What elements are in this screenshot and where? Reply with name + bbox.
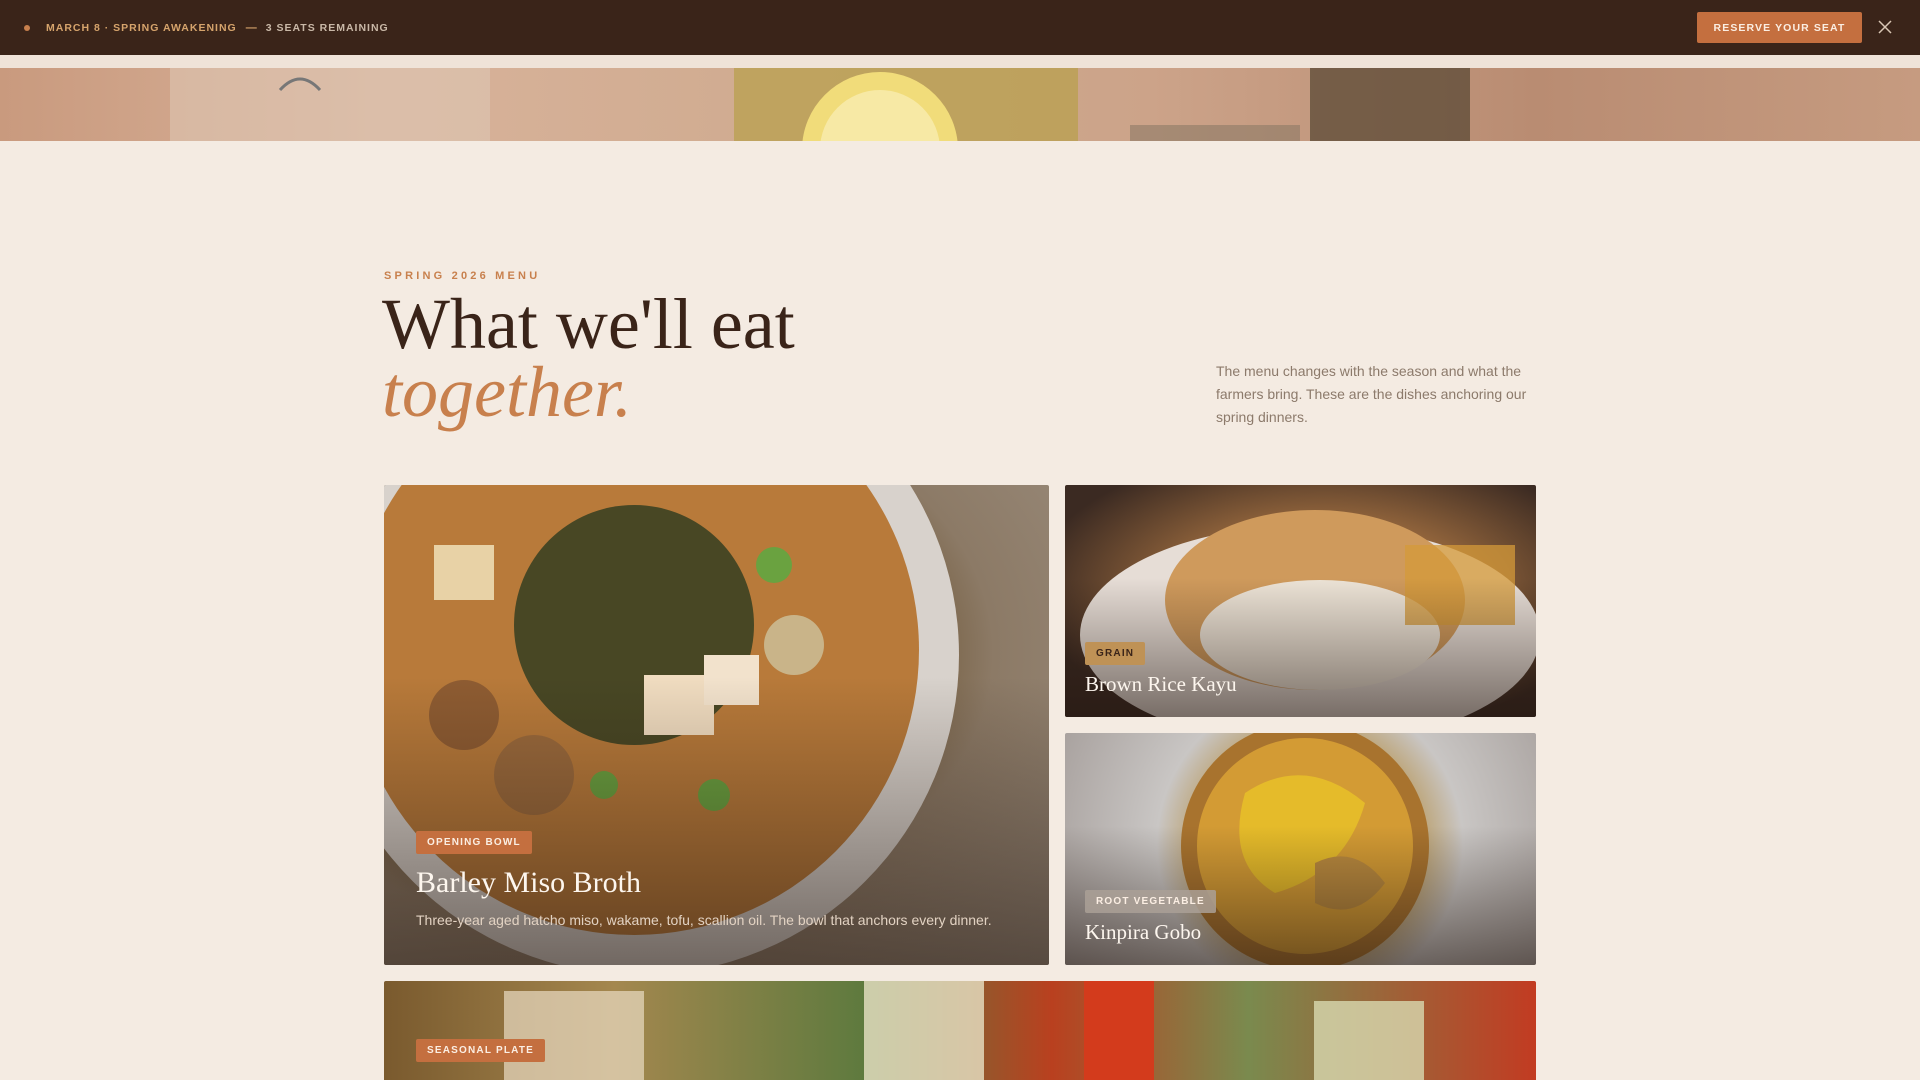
hero-still-life	[170, 68, 1470, 141]
title-line-2: together.	[382, 352, 632, 432]
announcement-bar: MARCH 8 · SPRING AWAKENING — 3 SEATS REM…	[0, 0, 1920, 55]
menu-eyebrow: SPRING 2026 MENU	[384, 270, 541, 282]
dish-name: Brown Rice Kayu	[1085, 672, 1237, 696]
dish-name: Kinpira Gobo	[1085, 920, 1202, 944]
reserve-seat-button[interactable]: RESERVE YOUR SEAT	[1697, 12, 1862, 43]
dish-tag: OPENING BOWL	[416, 831, 532, 854]
seasonal-plate-image	[504, 981, 1424, 1080]
dish-card-brown-rice-kayu[interactable]: GRAIN Brown Rice Kayu	[1065, 485, 1536, 717]
dish-name: Barley Miso Broth	[416, 866, 641, 899]
menu-intro: The menu changes with the season and wha…	[1216, 363, 1527, 425]
dish-tag: ROOT VEGETABLE	[1085, 890, 1216, 913]
dish-tag: SEASONAL PLATE	[416, 1039, 545, 1062]
dish-card-kinpira-gobo[interactable]: ROOT VEGETABLE Kinpira Gobo	[1065, 733, 1536, 965]
dish-tag: GRAIN	[1085, 642, 1146, 665]
announcement-seats: 3 SEATS REMAINING	[265, 21, 389, 34]
page-title: What we'll eat together.	[382, 288, 795, 432]
dish-description: Three-year aged hatcho miso, wakame, tof…	[416, 912, 992, 928]
dish-card-seasonal-plate[interactable]: SEASONAL PLATE	[384, 981, 1536, 1080]
announcement-separator: —	[245, 21, 257, 34]
dish-card-barley-miso-broth[interactable]: OPENING BOWL Barley Miso Broth Three-yea…	[384, 485, 1049, 965]
close-icon[interactable]	[1874, 16, 1896, 38]
hero-image	[0, 55, 1920, 141]
announcement-event: MARCH 8 · SPRING AWAKENING	[46, 21, 237, 34]
status-dot-icon	[24, 24, 30, 31]
